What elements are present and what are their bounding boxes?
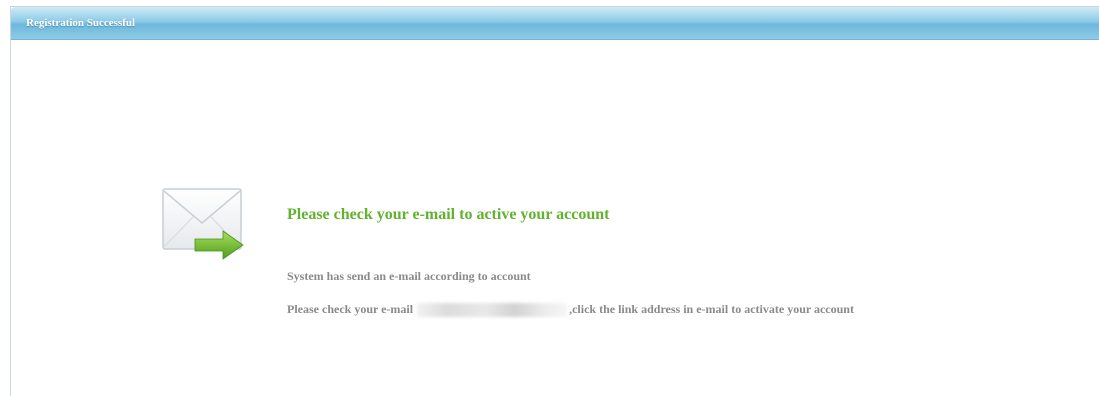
check-email-prefix: Please check your e-mail: [287, 302, 414, 316]
panel-title: Registration Successful: [26, 17, 136, 29]
mail-sent-icon: [161, 187, 245, 263]
confirmation-heading: Please check your e-mail to active your …: [287, 206, 610, 223]
info-line-sent: System has send an e-mail according to a…: [287, 269, 531, 283]
registration-panel: Registration Successful Please check you…: [10, 6, 1099, 396]
redacted-email-address: [417, 302, 568, 317]
panel-titlebar: Registration Successful: [11, 7, 1099, 40]
check-email-suffix: ,click the link address in e-mail to act…: [569, 302, 854, 316]
info-line-check-email: Please check your e-mail ,click the link…: [287, 302, 854, 317]
